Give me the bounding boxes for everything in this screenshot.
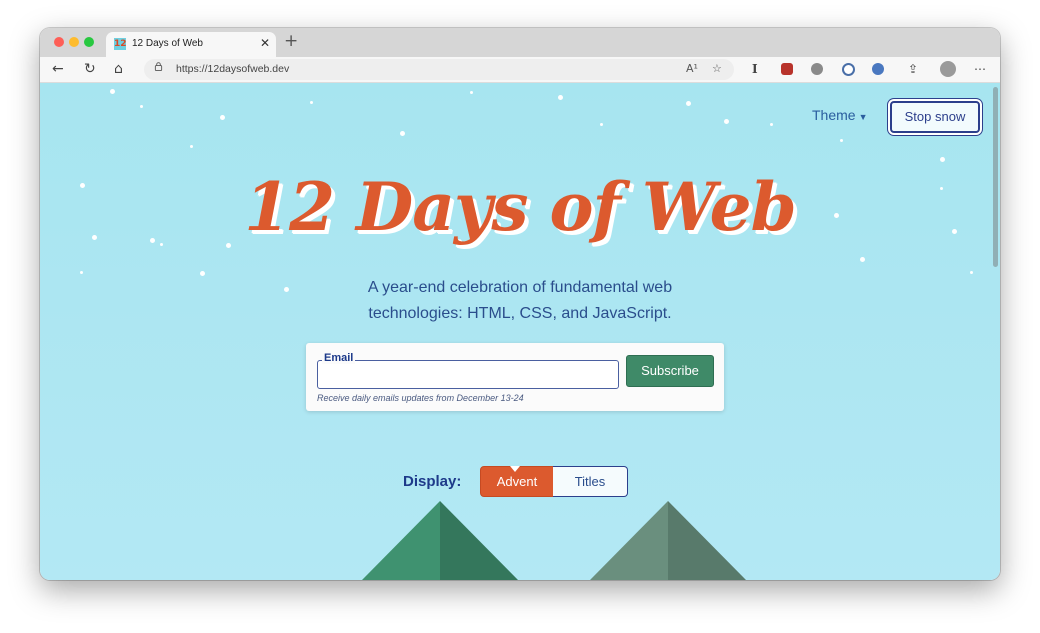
tree-right-dark [668,501,746,580]
new-tab-icon[interactable]: + [284,32,298,50]
snowflake-icon [190,145,193,148]
display-option-titles[interactable]: Titles [553,466,628,497]
browser-window: 12 12 Days of Web ✕ + ← ↻ ⌂ https://12da… [40,28,1000,580]
profile-avatar[interactable] [940,61,956,77]
page-subtitle: A year-end celebration of fundamental we… [367,279,673,322]
extension-text-icon[interactable]: I [752,60,758,78]
share-icon[interactable]: ⇪ [908,60,918,78]
favicon-icon: 12 [114,38,127,50]
email-input[interactable] [317,360,619,389]
tree-right-light [590,501,668,580]
snowflake-icon [284,287,289,292]
snowflake-icon [970,271,973,274]
subscribe-form: Email Subscribe Receive daily emails upd… [306,343,724,411]
address-bar[interactable]: https://12daysofweb.dev A¹ ☆ [144,59,734,80]
subscribe-button[interactable]: Subscribe [626,355,714,387]
page-viewport: Theme ▼ Stop snow 12 Days of Web A year-e… [40,83,1000,580]
snowflake-icon [110,89,115,94]
snowflake-icon [686,101,691,106]
theme-label: Theme [812,107,856,123]
form-hint: Receive daily emails updates from Decemb… [317,393,524,403]
close-window-button[interactable] [54,37,64,47]
snowflake-icon [200,271,205,276]
snowflake-icon [220,115,225,120]
snowflake-icon [860,257,865,262]
back-icon[interactable]: ← [52,60,64,78]
url-text: https://12daysofweb.dev [176,63,290,75]
more-menu-icon[interactable]: ⋯ [974,60,986,78]
extension-blue-icon[interactable] [872,63,884,75]
close-tab-icon[interactable]: ✕ [260,36,270,50]
extension-gray-icon[interactable] [811,63,823,75]
maximize-window-button[interactable] [84,37,94,47]
home-icon[interactable]: ⌂ [114,60,123,78]
caret-down-icon: ▼ [858,112,868,122]
snowflake-icon [840,139,843,142]
minimize-window-button[interactable] [69,37,79,47]
reload-icon[interactable]: ↻ [84,60,96,78]
stop-snow-button[interactable]: Stop snow [890,101,980,133]
tab-title: 12 Days of Web [132,38,203,49]
snowflake-icon [470,91,473,94]
snowflake-icon [600,123,603,126]
snowflake-icon [80,271,83,274]
browser-tab[interactable]: 12 12 Days of Web ✕ [106,32,276,57]
theme-menu-button[interactable]: Theme ▼ [812,107,868,123]
snowflake-icon [940,157,945,162]
tree-left-light [362,501,440,580]
snowflake-icon [770,123,773,126]
page-title: 12 Days of Web [244,168,797,246]
display-label: Display: [403,473,462,490]
shield-extension-icon[interactable] [781,63,793,75]
snowflake-icon [724,119,729,124]
snowflake-icon [558,95,563,100]
snowflake-icon [310,101,313,104]
read-aloud-icon[interactable]: A¹ [686,62,698,75]
selected-indicator [510,466,520,472]
browser-toolbar: ← ↻ ⌂ https://12daysofweb.dev A¹ ☆ I ⇪ ⋯ [40,57,1000,83]
extension-ring-icon[interactable] [842,63,855,76]
tree-left-dark [440,501,518,580]
snowflake-icon [400,131,405,136]
tree-decorations [362,501,746,580]
tab-bar: 12 12 Days of Web ✕ + [40,28,1000,57]
favorite-star-icon[interactable]: ☆ [712,62,722,75]
snowflake-icon [140,105,143,108]
lock-icon [154,62,163,71]
email-label: Email [322,352,356,364]
